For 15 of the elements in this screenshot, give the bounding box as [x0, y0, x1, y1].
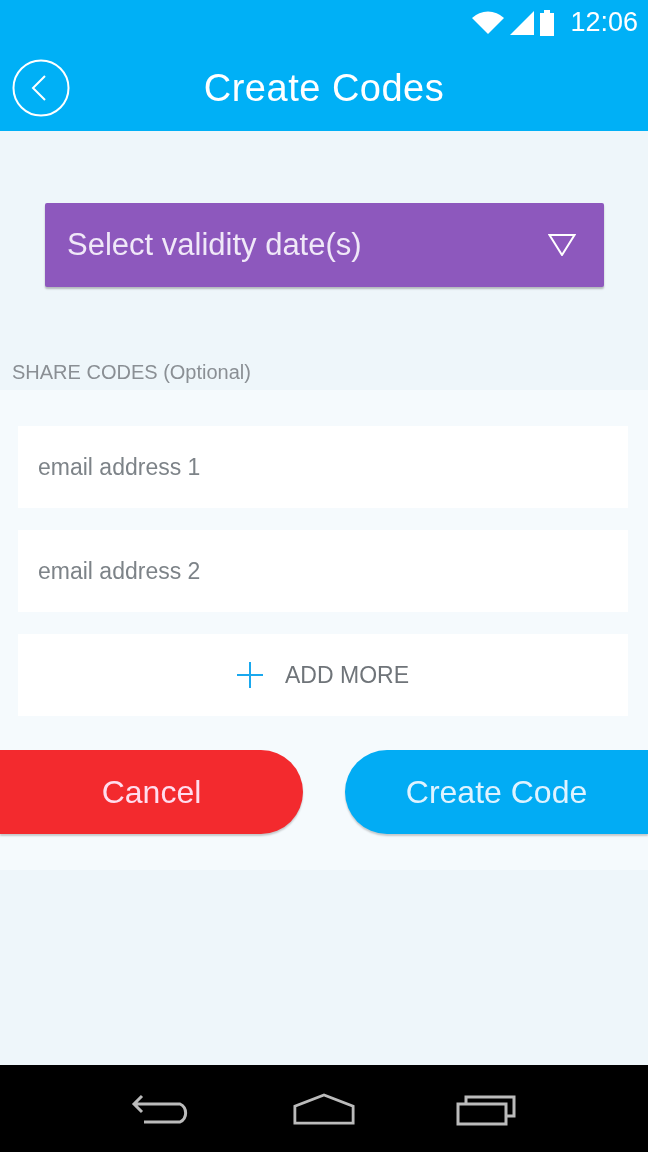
status-time: 12:06 — [570, 7, 638, 38]
email-field[interactable]: email address 1 — [18, 426, 628, 508]
validity-dropdown[interactable]: Select validity date(s) — [45, 203, 604, 287]
add-more-button[interactable]: ADD MORE — [18, 634, 628, 716]
email-field[interactable]: email address 2 — [18, 530, 628, 612]
signal-icon — [510, 10, 535, 35]
page-title: Create Codes — [203, 66, 445, 110]
create-code-button[interactable]: Create Code — [345, 750, 648, 834]
wifi-icon — [472, 10, 505, 35]
battery-icon — [540, 9, 555, 36]
section-label: SHARE CODES (Optional) — [12, 361, 252, 384]
caret-icon — [548, 234, 576, 256]
cancel-button[interactable]: Cancel — [0, 750, 303, 834]
plus-icon — [237, 662, 263, 688]
home-icon[interactable] — [293, 1091, 355, 1126]
